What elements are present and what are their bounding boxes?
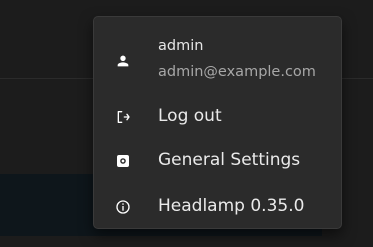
logout-label: Log out: [158, 106, 222, 126]
user-name: admin: [158, 38, 204, 54]
logout-icon: [115, 109, 131, 125]
user-profile-block: admin admin@example.com: [94, 17, 341, 93]
about-version-menu-item[interactable]: Headlamp 0.35.0: [94, 188, 341, 226]
general-settings-menu-item[interactable]: General Settings: [94, 142, 341, 180]
person-icon: [115, 53, 131, 69]
gear-icon: [115, 153, 131, 169]
general-settings-label: General Settings: [158, 150, 301, 170]
user-email: admin@example.com: [158, 64, 316, 80]
user-account-menu: admin admin@example.com Log out General …: [93, 16, 342, 229]
logout-menu-item[interactable]: Log out: [94, 98, 341, 136]
info-icon: [115, 199, 131, 215]
version-label: Headlamp 0.35.0: [158, 196, 305, 216]
